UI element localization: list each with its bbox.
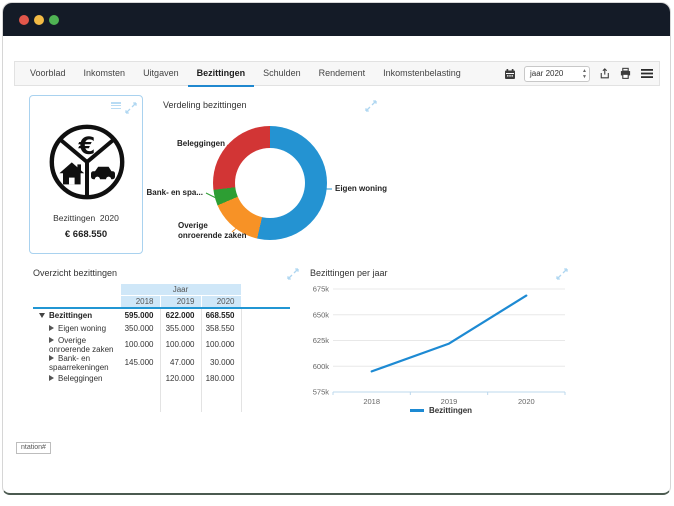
svg-text:600k: 600k <box>313 362 329 371</box>
cell-value <box>120 371 161 386</box>
nav-controls: jaar 2020 ▲ ▼ <box>503 62 653 85</box>
donut-label-overige: Overige onroerende zaken <box>178 221 247 240</box>
tab-uitgaven[interactable]: Uitgaven <box>134 62 188 87</box>
calendar-icon[interactable] <box>503 67 516 80</box>
row-label: Bank- en spaarrekeningen <box>49 353 109 372</box>
export-icon[interactable] <box>598 67 611 80</box>
row-label: Bezittingen <box>49 310 93 320</box>
expand-icon[interactable] <box>365 99 377 112</box>
cell-value: 100.000 <box>120 335 161 354</box>
table-group-header-row: Jaar <box>33 283 290 296</box>
column-header-2019[interactable]: 2019 <box>159 295 202 309</box>
expand-icon[interactable] <box>287 267 299 280</box>
cell-value: 100.000 <box>201 335 242 354</box>
svg-text:2019: 2019 <box>441 397 458 405</box>
donut-label-eigen-woning: Eigen woning <box>335 184 387 193</box>
tab-bezittingen[interactable]: Bezittingen <box>187 62 255 87</box>
table-row-beleggingen[interactable]: Beleggingen 120.000 180.000 <box>33 371 290 386</box>
zoom-button[interactable] <box>49 15 59 25</box>
assets-table: Jaar 2018 2019 2020 Bezittingen 595.000 … <box>33 283 290 412</box>
tab-bar: Voorblad Inkomsten Uitgaven Bezittingen … <box>21 62 470 87</box>
tab-schulden[interactable]: Schulden <box>254 62 310 87</box>
year-select-value: jaar 2020 <box>530 69 564 78</box>
cell-value: 622.000 <box>160 307 202 322</box>
collapse-triangle-icon[interactable] <box>39 312 45 318</box>
column-header-2018[interactable]: 2018 <box>119 295 161 309</box>
table-row-bank[interactable]: Bank- en spaarrekeningen 145.000 47.000 … <box>33 353 290 372</box>
cell-value: 358.550 <box>201 321 242 336</box>
line-panel-title: Bezittingen per jaar <box>310 268 388 278</box>
cell-value: 668.550 <box>201 307 242 322</box>
tab-inkomstenbelasting[interactable]: Inkomstenbelasting <box>374 62 470 87</box>
svg-text:2020: 2020 <box>518 397 535 405</box>
table-year-header-row: 2018 2019 2020 <box>33 295 290 309</box>
summary-card-title: Bezittingen 2020 <box>53 213 119 223</box>
cell-value: 30.000 <box>201 353 242 372</box>
browser-window: Voorblad Inkomsten Uitgaven Bezittingen … <box>2 2 671 495</box>
legend-label: Bezittingen <box>428 406 473 415</box>
row-label: Overige onroerende zaken <box>49 335 114 354</box>
car-icon <box>91 166 115 182</box>
cell-value: 355.000 <box>160 321 202 336</box>
svg-text:575k: 575k <box>313 388 329 397</box>
tab-voorblad[interactable]: Voorblad <box>21 62 75 87</box>
menu-icon[interactable] <box>640 67 653 80</box>
donut-label-bank: Bank- en spa... <box>146 188 203 197</box>
expand-triangle-icon[interactable] <box>49 354 54 361</box>
app-screen: Voorblad Inkomsten Uitgaven Bezittingen … <box>0 0 674 506</box>
house-icon <box>59 162 85 185</box>
column-header-2020[interactable]: 2020 <box>200 295 242 309</box>
minimize-button[interactable] <box>34 15 44 25</box>
status-tooltip: ntation# <box>16 442 51 454</box>
close-button[interactable] <box>19 15 29 25</box>
legend-line-icon <box>409 409 424 412</box>
window-titlebar <box>3 3 670 36</box>
year-select[interactable]: jaar 2020 ▲ ▼ <box>524 65 590 82</box>
table-row-bezittingen[interactable]: Bezittingen 595.000 622.000 668.550 <box>33 307 290 322</box>
expand-icon[interactable] <box>556 267 568 280</box>
cell-value: 350.000 <box>120 321 161 336</box>
row-label: Beleggingen <box>58 374 103 383</box>
legend-item[interactable]: Bezittingen <box>313 406 569 415</box>
cell-value: 100.000 <box>160 335 202 354</box>
cell-value: 145.000 <box>120 353 161 372</box>
print-icon[interactable] <box>619 67 632 80</box>
navbar: Voorblad Inkomsten Uitgaven Bezittingen … <box>14 61 660 87</box>
tab-inkomsten[interactable]: Inkomsten <box>75 62 135 87</box>
tab-rendement[interactable]: Rendement <box>310 62 375 87</box>
column-group-label: Jaar <box>119 283 242 296</box>
svg-text:€: € <box>78 132 96 160</box>
expand-triangle-icon[interactable] <box>49 375 54 381</box>
summary-card-value: € 668.550 <box>64 229 108 240</box>
cell-value: 120.000 <box>160 371 202 386</box>
svg-text:2018: 2018 <box>363 397 380 405</box>
expand-triangle-icon[interactable] <box>49 325 54 331</box>
summary-card[interactable]: € Bezittingen 2020 € 668.550 <box>29 95 143 254</box>
table-filler-row <box>33 385 290 412</box>
table-panel-title: Overzicht bezittingen <box>33 268 118 278</box>
table-row-overige[interactable]: Overige onroerende zaken 100.000 100.000… <box>33 335 290 354</box>
assets-circle-icon: € <box>49 124 125 200</box>
expand-icon[interactable] <box>125 101 137 114</box>
cell-value: 180.000 <box>201 371 242 386</box>
card-menu-icon[interactable] <box>111 101 121 110</box>
donut-label-beleggingen: Beleggingen <box>176 139 225 148</box>
svg-text:650k: 650k <box>313 310 329 319</box>
select-stepper-icon: ▲ ▼ <box>582 67 587 80</box>
line-chart[interactable]: 575k 600k 625k 650k 675k 2018 2019 2020 <box>313 281 569 405</box>
cell-value: 47.000 <box>160 353 202 372</box>
donut-panel-title: Verdeling bezittingen <box>163 100 247 110</box>
table-row-eigen-woning[interactable]: Eigen woning 350.000 355.000 358.550 <box>33 321 290 336</box>
expand-triangle-icon[interactable] <box>49 336 54 343</box>
svg-text:675k: 675k <box>313 285 329 294</box>
cell-value: 595.000 <box>120 307 161 322</box>
row-label: Eigen woning <box>58 324 107 333</box>
donut-hole <box>235 148 305 218</box>
svg-text:625k: 625k <box>313 336 329 345</box>
